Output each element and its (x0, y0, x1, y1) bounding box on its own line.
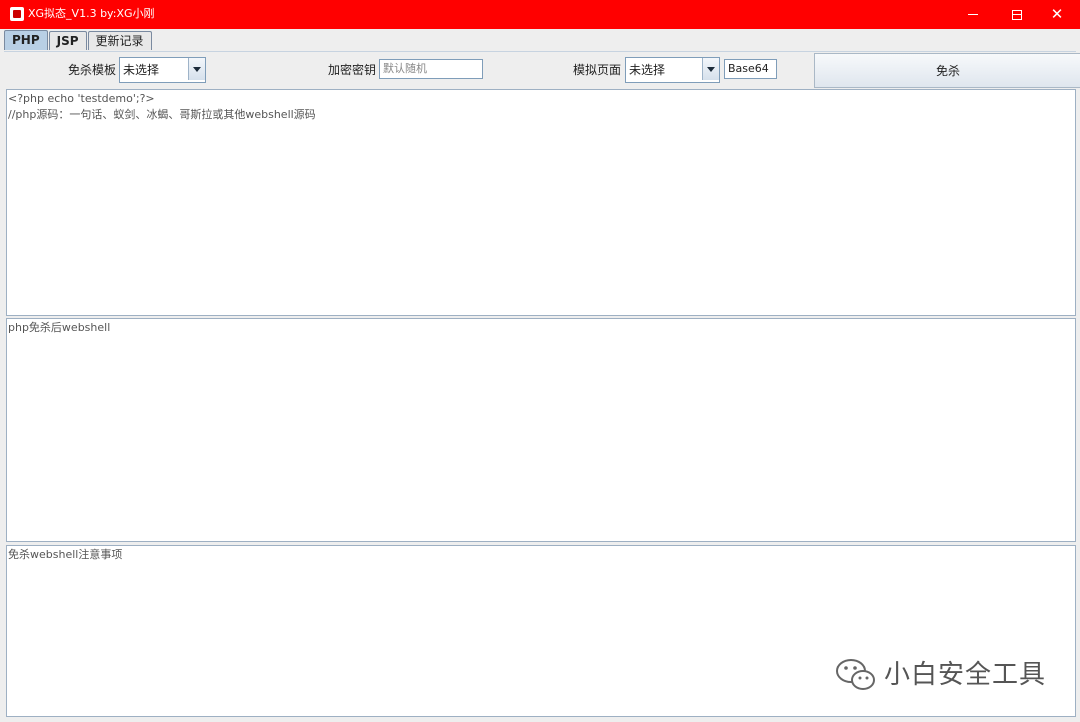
template-label: 免杀模板 (68, 63, 117, 77)
encryption-key-input[interactable]: 默认随机 (379, 59, 483, 79)
tab-php[interactable]: PHP (4, 30, 48, 50)
page-select[interactable]: 未选择 (625, 57, 720, 83)
key-label: 加密密钥 (328, 63, 377, 77)
page-label: 模拟页面 (573, 63, 622, 77)
watermark-text: 小白安全工具 (884, 660, 1047, 690)
tab-bar: PHP JSP 更新记录 (4, 29, 153, 50)
encoding-value: Base64 (728, 62, 769, 75)
window-title: XG拟态_V1.3 by:XG小刚 (28, 7, 155, 20)
source-line-1: <?php echo 'testdemo';?> (8, 92, 155, 105)
tab-jsp[interactable]: JSP (48, 31, 87, 50)
close-icon: ✕ (1050, 5, 1064, 23)
output-textarea[interactable]: php免杀后webshell (6, 318, 1076, 542)
page-select-value: 未选择 (629, 63, 666, 77)
obfuscate-button[interactable]: 免杀 (814, 53, 1080, 88)
chevron-down-icon[interactable] (702, 58, 719, 80)
chevron-down-icon[interactable] (188, 58, 205, 80)
template-select-value: 未选择 (123, 63, 160, 77)
close-button[interactable]: ✕ (1034, 0, 1080, 29)
output-text: php免杀后webshell (8, 321, 111, 334)
tab-changelog[interactable]: 更新记录 (87, 31, 152, 50)
key-placeholder: 默认随机 (383, 62, 427, 75)
options-toolbar: 免杀模板 未选择 加密密钥 默认随机 模拟页面 未选择 Base64 免杀 (4, 51, 1080, 88)
encoding-input[interactable]: Base64 (724, 59, 777, 79)
maximize-icon (1012, 9, 1022, 20)
source-code-textarea[interactable]: <?php echo 'testdemo';?> //php源码：一句话、蚁剑、… (6, 89, 1076, 316)
wechat-icon (836, 659, 875, 690)
title-bar: XG拟态_V1.3 by:XG小刚 (0, 0, 1080, 29)
template-select[interactable]: 未选择 (119, 57, 206, 83)
minimize-icon (968, 14, 978, 15)
notes-text: 免杀webshell注意事项 (8, 548, 123, 561)
java-app-icon (10, 7, 24, 21)
source-line-2: //php源码：一句话、蚁剑、冰蝎、哥斯拉或其他webshell源码 (8, 108, 316, 121)
minimize-control[interactable] (950, 0, 996, 29)
watermark: 小白安全工具 (834, 657, 1048, 695)
